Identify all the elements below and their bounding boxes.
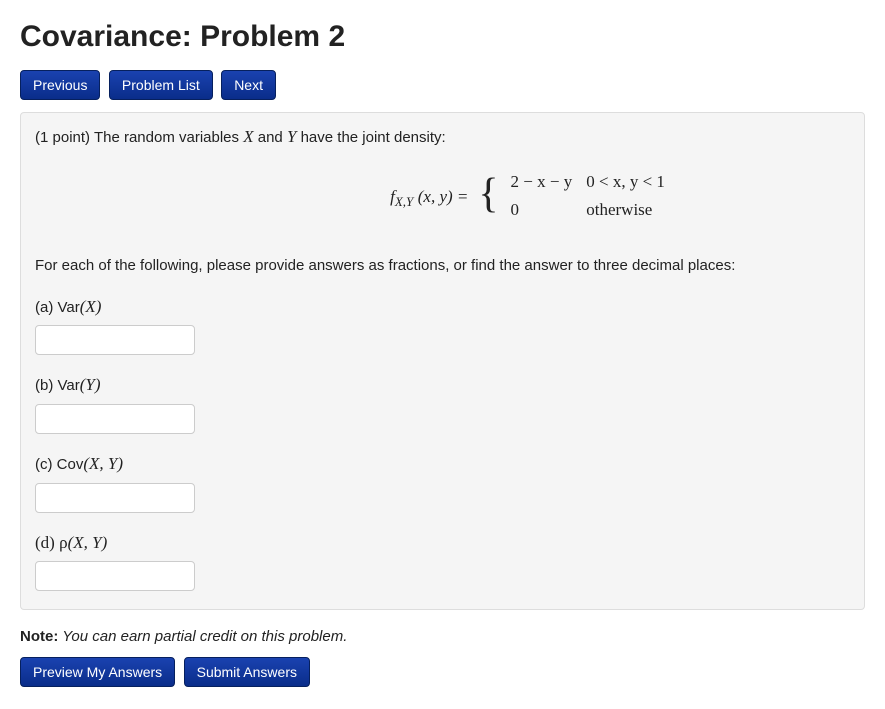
- nav-row: Previous Problem List Next: [20, 70, 865, 100]
- intro-text-1: The random variables: [94, 129, 243, 146]
- note-prefix: Note:: [20, 628, 58, 645]
- eq-case1-expr: 2 − x − y: [511, 172, 573, 191]
- part-a-text: (a) Var: [35, 299, 80, 316]
- part-c-label: (c) Cov(X, Y): [35, 452, 850, 477]
- part-c-text: (c) Cov: [35, 456, 83, 473]
- submit-row: Preview My Answers Submit Answers: [20, 657, 865, 687]
- problem-intro: (1 point) The random variables X and Y h…: [35, 125, 850, 150]
- eq-subscript: X,Y: [395, 194, 413, 209]
- note-text: You can earn partial credit on this prob…: [58, 628, 347, 645]
- part-d-arg: (X, Y): [68, 533, 108, 552]
- answer-input-d[interactable]: [35, 561, 195, 591]
- points-label: (1 point): [35, 129, 94, 146]
- density-equation: fX,Y (x, y) = { 2 − x − y 0 < x, y < 1 0…: [35, 168, 850, 225]
- next-button[interactable]: Next: [221, 70, 276, 100]
- intro-text-3: have the joint density:: [296, 129, 445, 146]
- eq-case1-cond: 0 < x, y < 1: [586, 172, 665, 191]
- eq-args: (x, y) =: [418, 187, 469, 206]
- part-a-label: (a) Var(X): [35, 295, 850, 320]
- problem-box: (1 point) The random variables X and Y h…: [20, 112, 865, 610]
- variable-y: Y: [287, 127, 296, 146]
- part-d-text: (d) ρ: [35, 533, 68, 552]
- part-c-arg: (X, Y): [83, 454, 123, 473]
- part-d-label: (d) ρ(X, Y): [35, 531, 850, 556]
- preview-answers-button[interactable]: Preview My Answers: [20, 657, 175, 687]
- part-b-label: (b) Var(Y): [35, 373, 850, 398]
- intro-text-2: and: [254, 129, 287, 146]
- note-row: Note: You can earn partial credit on thi…: [20, 628, 865, 645]
- answer-input-c[interactable]: [35, 483, 195, 513]
- eq-args-text: (x, y) =: [418, 187, 469, 206]
- part-a-arg: (X): [80, 297, 102, 316]
- eq-case2-expr: 0: [511, 200, 520, 219]
- answer-input-b[interactable]: [35, 404, 195, 434]
- submit-answers-button[interactable]: Submit Answers: [184, 657, 310, 687]
- page-title: Covariance: Problem 2: [20, 20, 865, 54]
- variable-x: X: [243, 127, 253, 146]
- eq-case2-cond: otherwise: [586, 200, 652, 219]
- problem-list-button[interactable]: Problem List: [109, 70, 213, 100]
- instruction-text: For each of the following, please provid…: [35, 255, 850, 277]
- part-b-text: (b) Var: [35, 377, 80, 394]
- previous-button[interactable]: Previous: [20, 70, 100, 100]
- part-b-arg: (Y): [80, 375, 101, 394]
- answer-input-a[interactable]: [35, 325, 195, 355]
